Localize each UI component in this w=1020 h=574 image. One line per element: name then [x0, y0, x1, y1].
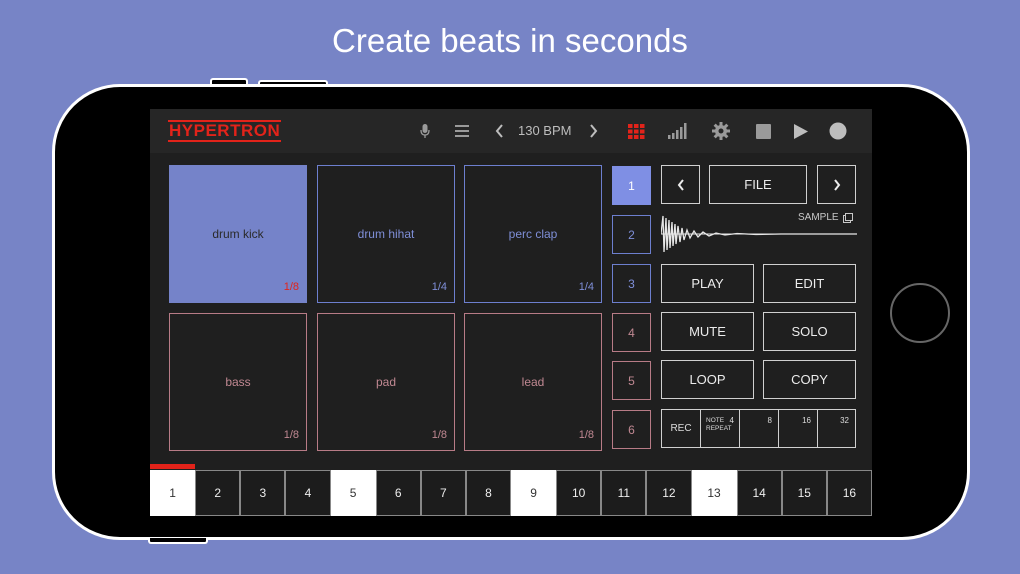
step-14[interactable]: 14 [736, 470, 782, 516]
note-repeat-value: 16 [802, 416, 811, 425]
pad-label: drum hihat [357, 227, 415, 241]
menu-icon[interactable] [454, 123, 470, 139]
pad-fraction: 1/8 [578, 429, 594, 441]
step-7[interactable]: 7 [420, 470, 466, 516]
pad-fraction: 1/4 [431, 281, 447, 293]
note-repeat-32-button[interactable]: 32 [818, 410, 855, 447]
note-repeat-value: 4 [729, 416, 734, 425]
note-repeat-8-button[interactable]: 8 [740, 410, 779, 447]
home-button[interactable] [890, 283, 950, 343]
playhead-indicator [150, 464, 195, 469]
note-repeat-value: 8 [767, 416, 772, 425]
pad-label: bass [225, 375, 251, 389]
pad-drum-hihat[interactable]: drum hihat 1/4 [317, 165, 455, 303]
loop-button[interactable]: LOOP [661, 360, 754, 399]
note-label: NOTE [706, 417, 725, 424]
rec-label: REC [670, 423, 692, 434]
step-13[interactable]: 13 [691, 470, 737, 516]
repeat-label: REPEAT [706, 425, 732, 432]
chevron-left-icon[interactable] [491, 122, 507, 140]
step-3[interactable]: 3 [240, 470, 286, 516]
pad-label: lead [521, 375, 545, 389]
rec-note-repeat-row: REC NOTE REPEAT 4 8 16 32 [661, 409, 856, 448]
bank-2-button[interactable]: 2 [612, 215, 651, 254]
pad-bass[interactable]: bass 1/8 [169, 313, 307, 451]
pad-drum-kick[interactable]: drum kick 1/8 [169, 165, 307, 303]
play-icon[interactable] [791, 121, 811, 141]
gear-icon[interactable] [711, 121, 731, 141]
step-12[interactable]: 12 [646, 470, 692, 516]
pad-fraction: 1/8 [283, 281, 299, 293]
step-5[interactable]: 5 [330, 470, 376, 516]
step-6[interactable]: 6 [375, 470, 421, 516]
chevron-right-icon[interactable] [585, 122, 601, 140]
step-10[interactable]: 10 [556, 470, 602, 516]
file-button[interactable]: FILE [709, 165, 807, 204]
pad-fraction: 1/8 [283, 429, 299, 441]
step-15[interactable]: 15 [781, 470, 827, 516]
bank-3-button[interactable]: 3 [612, 264, 651, 303]
pad-label: perc clap [508, 227, 558, 241]
pad-fraction: 1/4 [578, 281, 594, 293]
step-11[interactable]: 11 [601, 470, 647, 516]
step-8[interactable]: 8 [465, 470, 511, 516]
chevron-right-icon [833, 178, 840, 191]
signal-icon[interactable] [667, 121, 689, 141]
play-button[interactable]: PLAY [661, 264, 754, 303]
step-16[interactable]: 16 [826, 470, 872, 516]
bank-4-button[interactable]: 4 [612, 313, 651, 352]
step-sequencer: 1 2 3 4 5 6 7 8 9 10 11 12 13 14 15 16 [150, 470, 872, 516]
chevron-left-icon [677, 178, 684, 191]
solo-button[interactable]: SOLO [763, 312, 856, 351]
pad-fraction: 1/8 [431, 429, 447, 441]
bpm-display[interactable]: 130 BPM [518, 123, 571, 138]
app-logo: HYPERTRON [168, 120, 282, 142]
stop-icon[interactable] [754, 122, 772, 140]
step-2[interactable]: 2 [195, 470, 241, 516]
pad-perc-clap[interactable]: perc clap 1/4 [464, 165, 602, 303]
pad-label: drum kick [212, 227, 264, 241]
mic-icon[interactable] [418, 122, 432, 140]
sample-waveform[interactable] [661, 214, 857, 254]
pad-pad[interactable]: pad 1/8 [317, 313, 455, 451]
copy-button[interactable]: COPY [763, 360, 856, 399]
note-repeat-value: 32 [840, 416, 849, 425]
mute-button[interactable]: MUTE [661, 312, 754, 351]
edit-button[interactable]: EDIT [763, 264, 856, 303]
bank-6-button[interactable]: 6 [612, 410, 651, 449]
bank-1-button[interactable]: 1 [612, 166, 651, 205]
record-icon[interactable] [828, 121, 848, 141]
rec-button[interactable]: REC [662, 410, 701, 447]
pad-label: pad [375, 375, 397, 389]
phone-button-bottom [148, 538, 208, 544]
note-repeat-4-button[interactable]: NOTE REPEAT 4 [701, 410, 740, 447]
headline: Create beats in seconds [332, 22, 688, 59]
file-prev-button[interactable] [661, 165, 700, 204]
pad-lead[interactable]: lead 1/8 [464, 313, 602, 451]
file-next-button[interactable] [817, 165, 856, 204]
step-1[interactable]: 1 [150, 470, 196, 516]
step-9[interactable]: 9 [511, 470, 557, 516]
step-4[interactable]: 4 [285, 470, 331, 516]
note-repeat-16-button[interactable]: 16 [779, 410, 818, 447]
bank-5-button[interactable]: 5 [612, 361, 651, 400]
grid-icon[interactable] [627, 122, 645, 140]
